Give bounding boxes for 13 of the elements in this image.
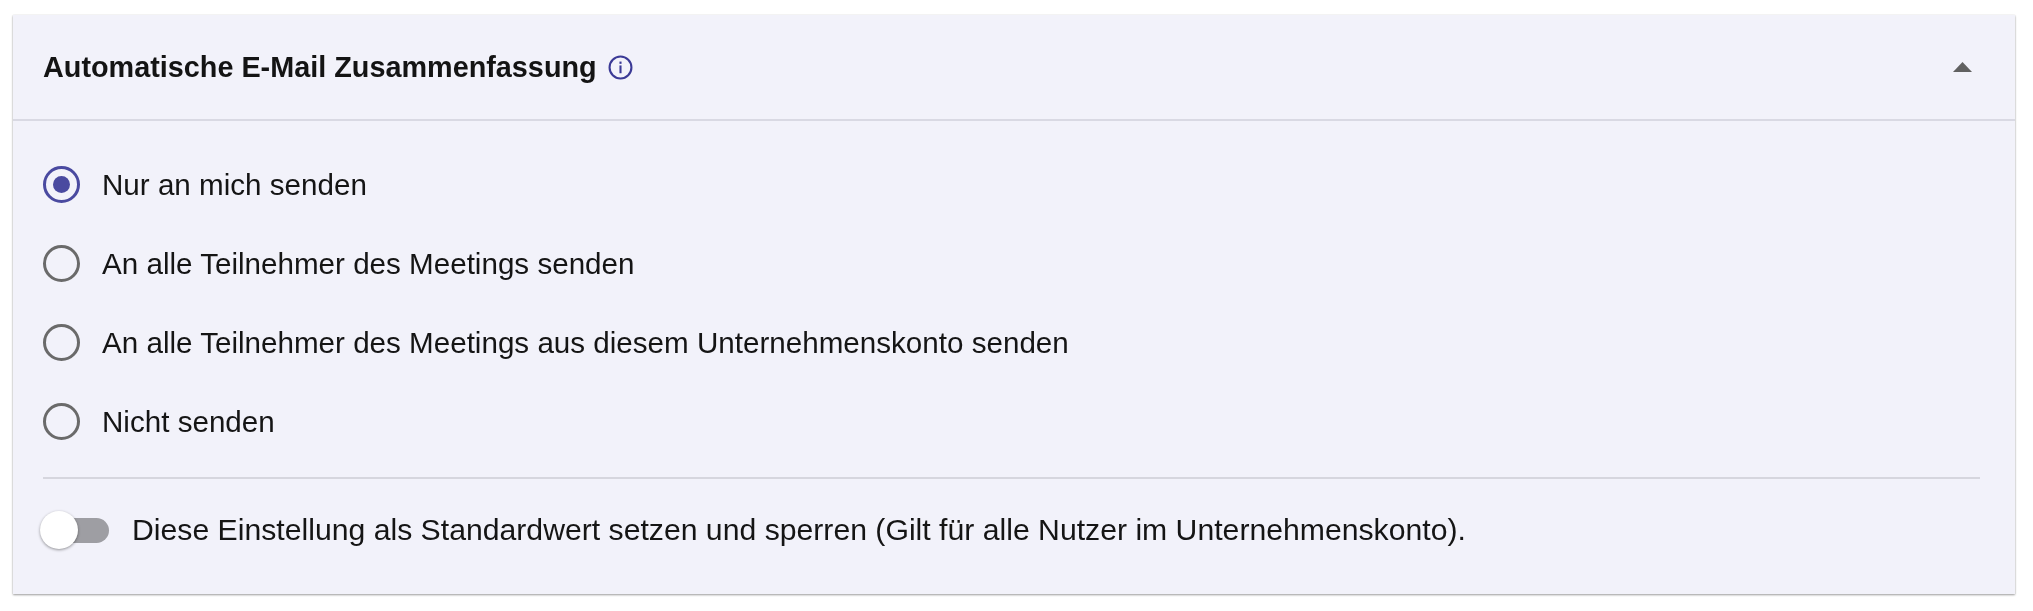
toggle-switch[interactable] xyxy=(40,511,109,549)
option-label: Nicht senden xyxy=(102,404,275,439)
radio-button[interactable] xyxy=(43,166,80,203)
radio-button[interactable] xyxy=(43,245,80,282)
toggle-label: Diese Einstellung als Standardwert setzen und sperren (Gilt für alle Nutzer im Unternehmenskonto). xyxy=(132,513,1466,547)
radio-button[interactable] xyxy=(43,324,80,361)
caret-up-icon[interactable] xyxy=(1953,62,1972,72)
panel-title: Automatische E-Mail Zusammenfassung xyxy=(43,50,597,84)
option-label: An alle Teilnehmer des Meetings aus diesem Unternehmenskonto senden xyxy=(102,325,1069,360)
info-icon[interactable] xyxy=(607,54,633,80)
option-label: Nur an mich senden xyxy=(102,167,367,202)
radio-button[interactable] xyxy=(43,403,80,440)
option-label: An alle Teilnehmer des Meetings senden xyxy=(102,246,635,281)
